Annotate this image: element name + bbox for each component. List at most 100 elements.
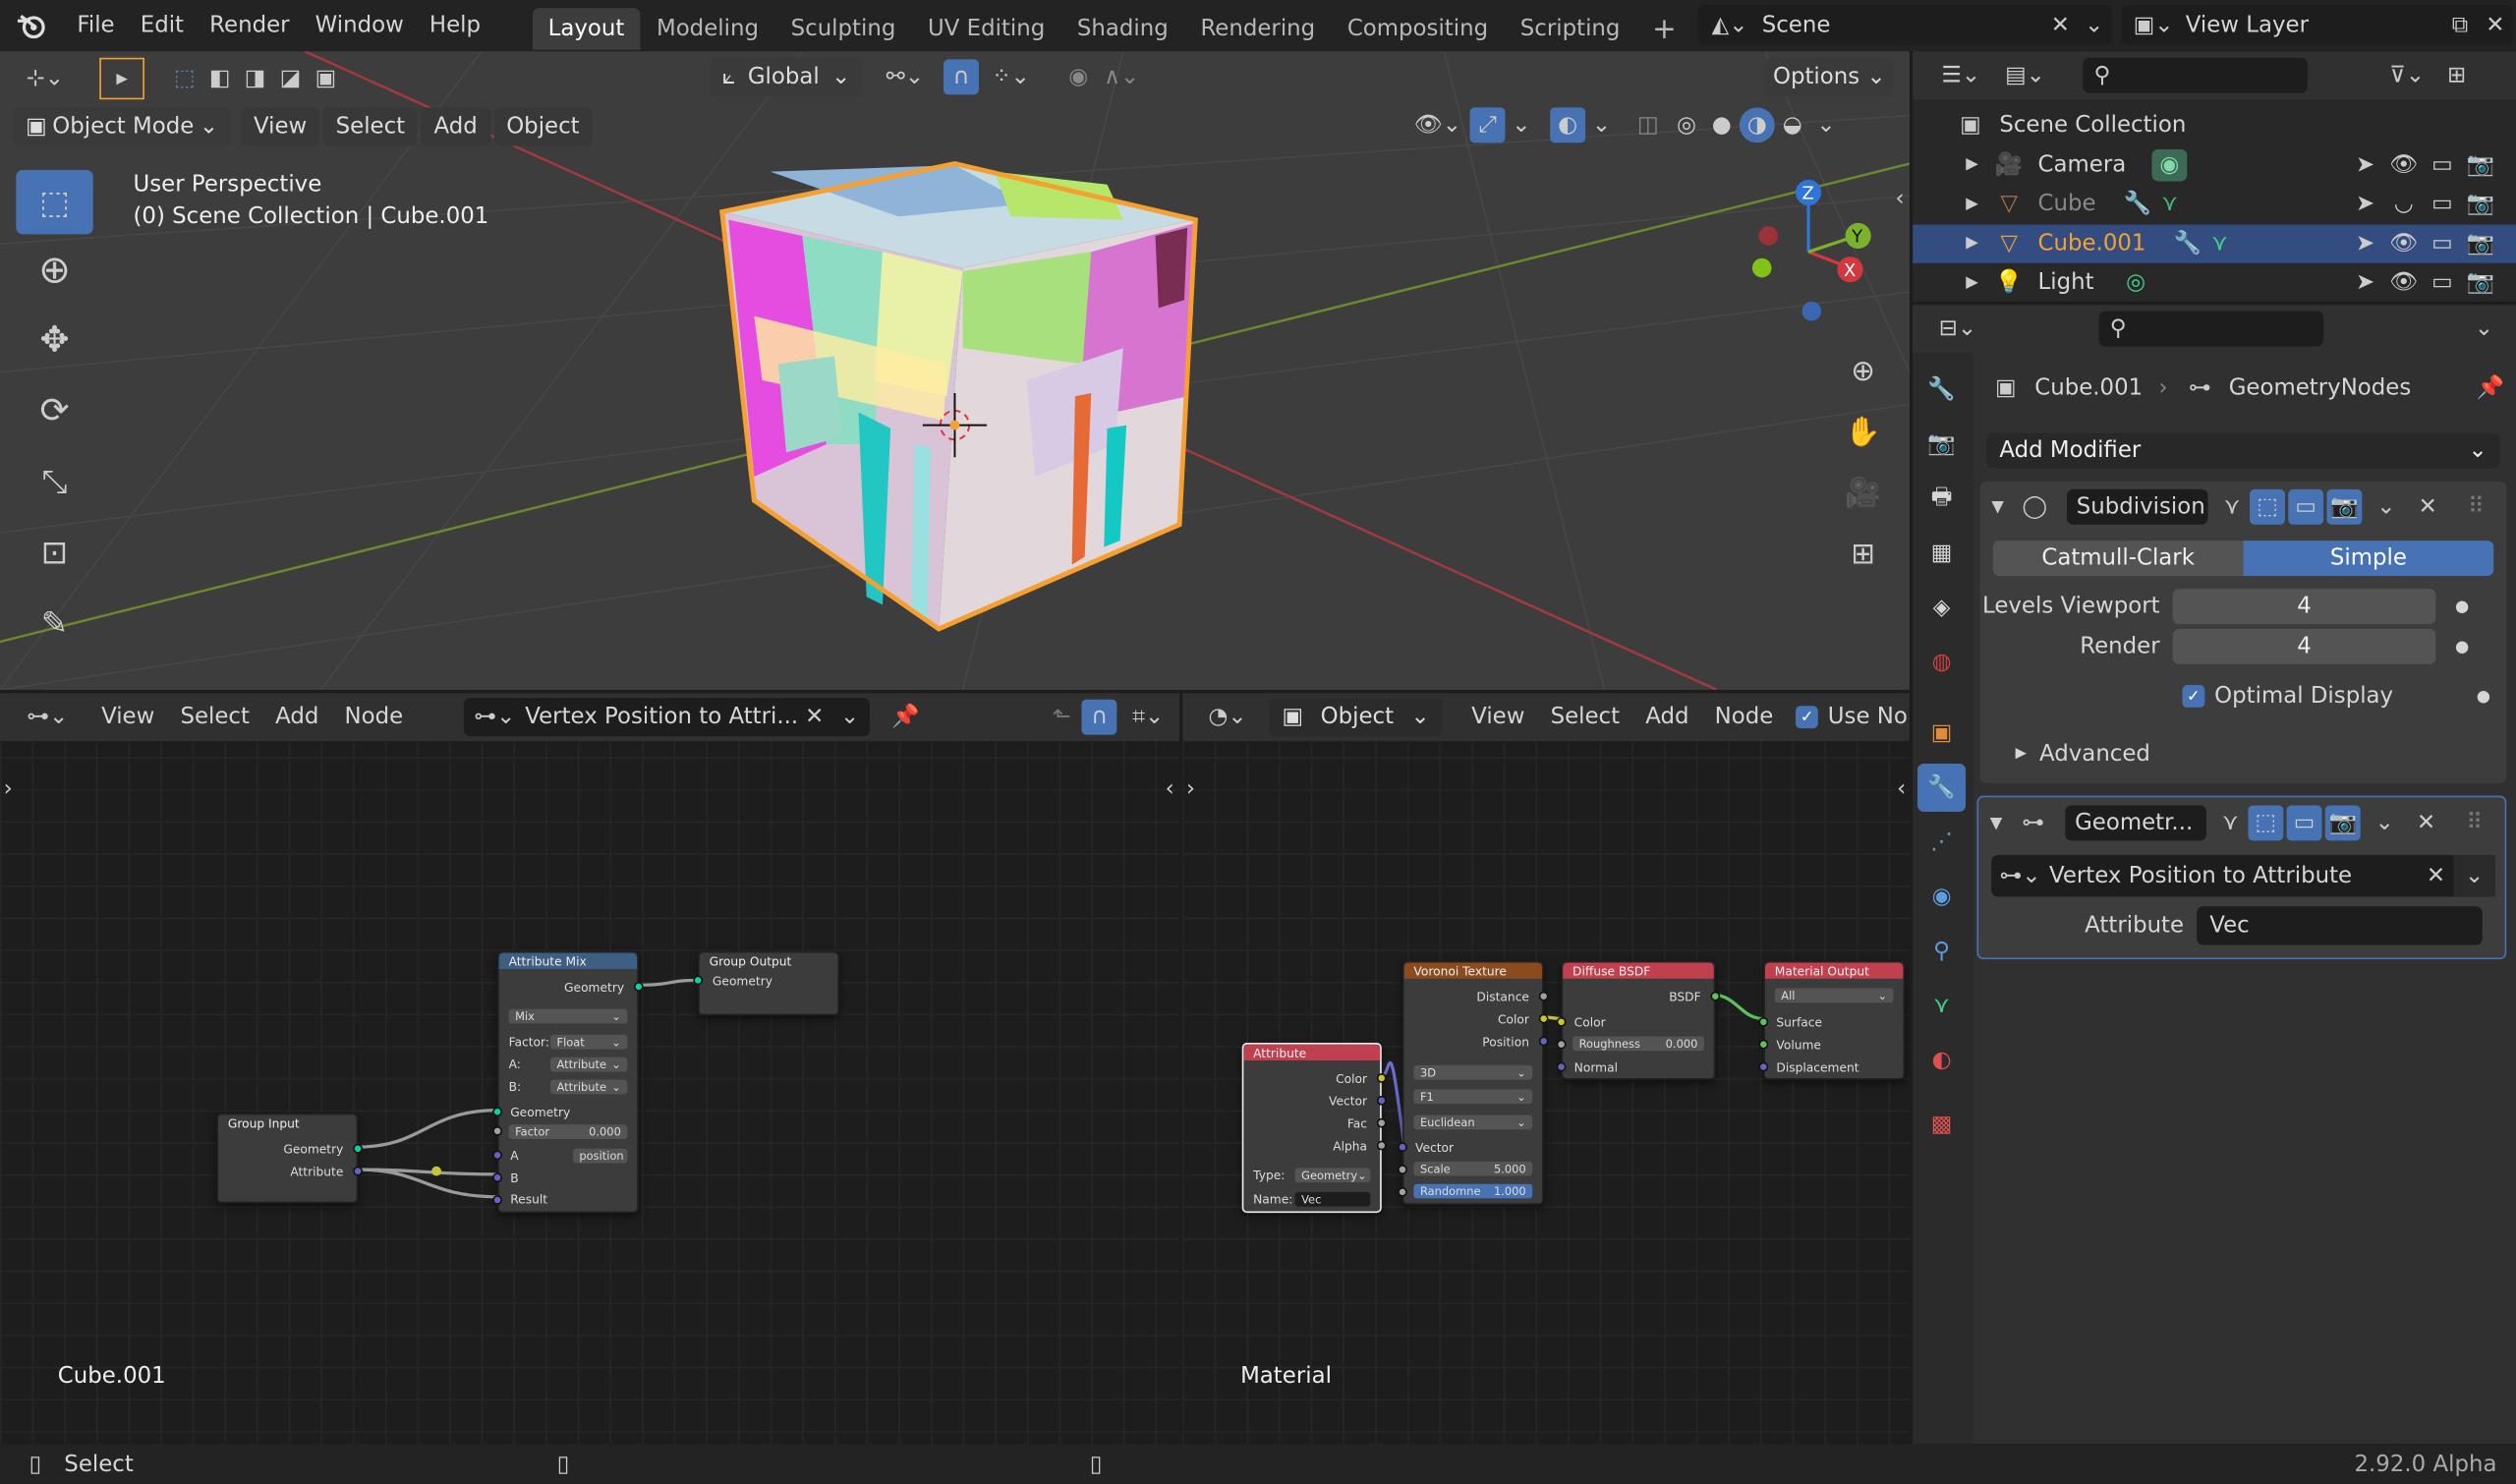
render-levels-field[interactable]: 4 xyxy=(2172,628,2436,664)
expand-arrow-icon[interactable]: ▶ xyxy=(1961,235,1983,253)
group-input-node[interactable]: Group Input Geometry Attribute xyxy=(216,1113,363,1204)
keyframe-dot-icon[interactable]: ● xyxy=(2477,687,2490,705)
roughness-socket[interactable] xyxy=(1556,1039,1567,1050)
display-mode-icon[interactable]: ▤⌄ xyxy=(1993,63,2057,88)
proportional-edit-icon[interactable]: ◉ xyxy=(1059,64,1098,89)
alpha-socket[interactable] xyxy=(1376,1140,1387,1151)
editor-type-icon[interactable]: ⊟⌄ xyxy=(1925,316,1989,342)
viewport-menu-select[interactable]: Select xyxy=(322,107,419,146)
render-icon[interactable]: 📷 xyxy=(2462,231,2500,257)
select-mode-intersect-icon[interactable]: ▣ xyxy=(308,66,343,91)
geometry-socket[interactable] xyxy=(353,1143,363,1154)
modifier-name-field[interactable]: Subdivision xyxy=(2066,488,2208,525)
select-mode-invert-icon[interactable]: ◪ xyxy=(273,66,309,91)
attribute-input-field[interactable]: Vec xyxy=(2197,906,2483,945)
color-socket[interactable] xyxy=(1556,1016,1567,1027)
selectable-icon[interactable]: ➤ xyxy=(2346,192,2384,217)
render-toggle-icon[interactable]: 📷 xyxy=(2326,488,2363,525)
modifier-name-field[interactable]: Geometr... xyxy=(2065,805,2206,841)
output-tab-icon[interactable]: 🖶 xyxy=(1917,475,1966,523)
expand-arrow-icon[interactable]: ▶ xyxy=(1961,196,1983,213)
selectable-icon[interactable]: ➤ xyxy=(2346,152,2384,178)
chevron-down-icon[interactable]: ⌄ xyxy=(1585,112,1618,138)
chevron-down-icon[interactable]: ⌄ xyxy=(1505,112,1537,138)
close-icon[interactable]: ✕ xyxy=(2044,12,2077,37)
dimensions-dropdown[interactable]: 3D ⌄ xyxy=(1413,1064,1533,1080)
eye-icon[interactable]: 👁 xyxy=(2384,231,2423,257)
b-socket[interactable] xyxy=(492,1172,503,1183)
snap-target-icon[interactable]: ⁘⌄ xyxy=(979,64,1043,89)
menu-window[interactable]: Window xyxy=(303,13,417,38)
eye-icon[interactable]: 👁 xyxy=(2384,152,2423,178)
geometry-socket[interactable] xyxy=(693,975,704,986)
a-attribute-field[interactable]: position xyxy=(572,1148,628,1164)
collapse-arrow-icon[interactable]: ▼ xyxy=(1985,814,2008,831)
world-tab-icon[interactable]: ◍ xyxy=(1917,639,1966,687)
material-shading-icon[interactable]: ◑ xyxy=(1739,107,1775,143)
advanced-subpanel-header[interactable]: ▶ Advanced xyxy=(1980,735,2507,773)
outliner-search-input[interactable]: ⚲ xyxy=(2083,57,2308,93)
outliner-item-cube[interactable]: ▶ ▽ Cube 🔧 ⋎ ➤ ◡ ▭ 📷 xyxy=(1913,185,2516,224)
color-socket[interactable] xyxy=(1538,1013,1549,1024)
bsdf-socket[interactable] xyxy=(1710,991,1721,1001)
tab-uv-editing[interactable]: UV Editing xyxy=(912,8,1061,49)
particles-tab-icon[interactable]: ⋰ xyxy=(1917,819,1966,867)
viewport-3d[interactable]: ⊹⌄ ▸ ⬚ ◧ ◨ ◪ ▣ ⟀ Global ⌄ ⚯⌄ ∩ ⁘⌄ ◉ ∧⌄ Opt… xyxy=(0,51,1910,690)
tab-compositing[interactable]: Compositing xyxy=(1332,8,1505,49)
volume-socket[interactable] xyxy=(1758,1039,1769,1050)
optimal-display-checkbox[interactable]: ✓ xyxy=(2182,685,2205,708)
b-type-dropdown[interactable]: Attribute ⌄ xyxy=(550,1079,628,1095)
eye-closed-icon[interactable]: ◡ xyxy=(2384,192,2423,217)
surface-socket[interactable] xyxy=(1758,1016,1769,1027)
metric-dropdown[interactable]: Euclidean ⌄ xyxy=(1413,1114,1533,1130)
sidebar-toggle-icon[interactable]: ‹ xyxy=(1890,186,1910,211)
selectable-icon[interactable]: ➤ xyxy=(2346,270,2384,296)
voronoi-texture-node[interactable]: Voronoi Texture Distance Color Position … xyxy=(1398,960,1549,1205)
position-socket[interactable] xyxy=(1538,1036,1549,1047)
levels-viewport-field[interactable]: 4 xyxy=(2172,589,2436,625)
vector-socket[interactable] xyxy=(1376,1095,1387,1106)
duplicate-icon[interactable]: ⧉ xyxy=(2442,12,2478,37)
cage-icon[interactable]: ⬚ xyxy=(2248,805,2284,841)
view-layer-selector[interactable]: ▣⌄ View Layer ⧉ ✕ xyxy=(2121,4,2513,45)
solid-shading-icon[interactable]: ● xyxy=(1704,112,1740,138)
data-tab-icon[interactable]: ⋎ xyxy=(1917,982,1966,1030)
result-socket[interactable] xyxy=(492,1195,503,1205)
collapse-arrow-icon[interactable]: ▼ xyxy=(1986,498,2009,516)
scale-tool-icon[interactable]: ⤡ xyxy=(16,446,92,517)
factor-socket[interactable] xyxy=(492,1125,503,1136)
object-tab-icon[interactable]: ▣ xyxy=(1917,710,1966,758)
tool-tab-icon[interactable]: 🔧 xyxy=(1917,366,1966,414)
tab-modeling[interactable]: Modeling xyxy=(641,8,775,49)
shader-node-editor[interactable]: ◔⌄ ▣ Object ⌄ View Select Add Node ✓ Use N… xyxy=(1182,693,1910,1445)
feature-dropdown[interactable]: F1 ⌄ xyxy=(1413,1089,1533,1105)
pin-icon[interactable]: 📌 xyxy=(2475,375,2507,401)
transform-tool-icon[interactable]: ⊡ xyxy=(16,517,92,588)
tab-shading[interactable]: Shading xyxy=(1061,8,1185,49)
rotate-tool-icon[interactable]: ⟳ xyxy=(16,375,92,446)
node-group-selector[interactable]: ⊶⌄ Vertex Position to Attribute ✕ ⌄ xyxy=(1991,855,2495,897)
catmull-clark-button[interactable]: Catmull-Clark xyxy=(1992,541,2244,577)
randomness-socket[interactable] xyxy=(1398,1186,1407,1197)
viewport-icon[interactable]: ▭ xyxy=(2423,231,2461,257)
render-tab-icon[interactable]: 📷 xyxy=(1917,421,1966,469)
a-socket[interactable] xyxy=(492,1150,503,1161)
color-socket[interactable] xyxy=(1376,1073,1387,1083)
material-output-node[interactable]: Material Output All ⌄ Surface Volume Disp… xyxy=(1758,960,1906,1080)
mode-dropdown[interactable]: ▣ Object Mode ⌄ xyxy=(13,107,232,146)
transform-orientation-dropdown[interactable]: ⟀ Global ⌄ xyxy=(709,57,864,96)
overlay-toggle-icon[interactable]: ◐ xyxy=(1550,107,1586,143)
menu-file[interactable]: File xyxy=(64,13,127,38)
editor-type-icon[interactable]: ☰⌄ xyxy=(1929,63,1993,88)
randomness-field[interactable]: Randomne 1.000 xyxy=(1413,1183,1533,1199)
select-mode-new-icon[interactable]: ⬚ xyxy=(167,66,202,91)
diffuse-bsdf-node[interactable]: Diffuse BSDF BSDF Color Roughness 0.000 N… xyxy=(1556,960,1721,1080)
cage-icon[interactable]: ⬚ xyxy=(2250,488,2285,525)
constraints-tab-icon[interactable]: ⚲ xyxy=(1917,928,1966,976)
keyframe-dot-icon[interactable]: ● xyxy=(2455,598,2469,615)
viewport-toggle-icon[interactable]: ▭ xyxy=(2288,488,2324,525)
select-box-tool-icon[interactable]: ▸ xyxy=(99,57,144,100)
a-type-dropdown[interactable]: Attribute ⌄ xyxy=(550,1056,628,1072)
scale-field[interactable]: Scale 5.000 xyxy=(1413,1161,1533,1176)
fac-socket[interactable] xyxy=(1376,1117,1387,1128)
